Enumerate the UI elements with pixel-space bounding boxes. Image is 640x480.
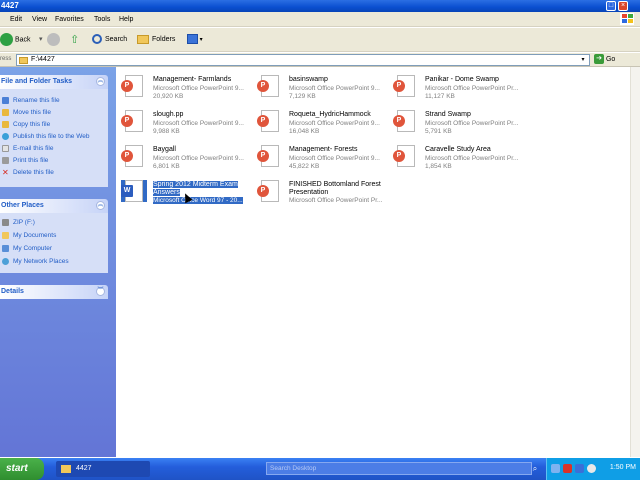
title-bar: 4427 □ ×: [0, 0, 640, 12]
email-icon: [2, 145, 9, 152]
place-my-network[interactable]: My Network Places: [2, 258, 69, 268]
rename-icon: [2, 97, 9, 104]
powerpoint-file-icon: P: [393, 110, 419, 132]
go-button[interactable]: ➔ Go: [594, 54, 615, 66]
search-icon: [92, 34, 102, 45]
address-dropdown-icon[interactable]: ▾: [578, 55, 588, 65]
task-copy[interactable]: Copy this file: [2, 121, 50, 131]
details-header[interactable]: Details ︾: [0, 285, 108, 299]
tray-display-icon[interactable]: [575, 464, 584, 473]
maximize-icon[interactable]: □: [606, 1, 616, 11]
go-arrow-icon: ➔: [594, 54, 604, 65]
file-item[interactable]: P Management- Farmlands Microsoft Office…: [117, 73, 251, 105]
up-folder-icon[interactable]: ⇧: [70, 33, 84, 47]
back-arrow-icon: [0, 33, 13, 46]
clock: 1:50 PM: [609, 464, 636, 471]
forward-arrow-icon: [47, 33, 60, 46]
task-pane: File and Folder Tasks ︽ Rename this file…: [0, 67, 116, 457]
collapse-chevron-icon[interactable]: ︽: [96, 201, 105, 210]
computer-icon: [2, 245, 9, 252]
search-button[interactable]: Search: [92, 33, 127, 47]
move-icon: [2, 109, 9, 116]
menu-favorites[interactable]: Favorites: [55, 16, 84, 23]
tray-volume-icon[interactable]: [587, 464, 596, 473]
powerpoint-file-icon: P: [393, 75, 419, 97]
task-delete[interactable]: ✕ Delete this file: [2, 169, 54, 179]
close-icon[interactable]: ×: [618, 1, 628, 11]
folder-icon: [61, 465, 71, 473]
task-rename[interactable]: Rename this file: [2, 97, 60, 107]
forward-button[interactable]: [47, 33, 62, 47]
taskbar-window-button[interactable]: 4427: [56, 461, 150, 477]
start-button[interactable]: start: [0, 458, 44, 480]
task-publish[interactable]: Publish this file to the Web: [2, 133, 89, 143]
file-item[interactable]: P Strand Swamp Microsoft Office PowerPoi…: [389, 108, 523, 140]
powerpoint-file-icon: P: [121, 145, 147, 167]
file-item[interactable]: P slough.pp Microsoft Office PowerPoint …: [117, 108, 251, 140]
file-item[interactable]: P Baygall Microsoft Office PowerPoint 9.…: [117, 143, 251, 175]
task-print[interactable]: Print this file: [2, 157, 48, 167]
file-item[interactable]: P Roqueta_HydricHammock Microsoft Office…: [253, 108, 387, 140]
word-file-icon: W: [121, 180, 147, 202]
task-move[interactable]: Move this file: [2, 109, 51, 119]
file-item[interactable]: P FINISHED Bottomland Forest Presentatio…: [253, 178, 387, 210]
window-title: 4427: [1, 1, 19, 10]
place-zip-drive[interactable]: ZIP (F:): [2, 219, 35, 229]
system-tray: 1:50 PM: [546, 458, 640, 480]
file-item[interactable]: P Panikar - Dome Swamp Microsoft Office …: [389, 73, 523, 105]
globe-icon: [2, 133, 9, 140]
toolbar: Back ▾ ⇧ Search Folders ▾: [0, 28, 640, 52]
address-label: ress: [0, 56, 12, 62]
windows-logo-icon: [620, 13, 634, 25]
views-button[interactable]: ▾: [187, 33, 207, 47]
file-item[interactable]: P basinswamp Microsoft Office PowerPoint…: [253, 73, 387, 105]
taskbar: start 4427 Search Desktop ⌕ 1:50 PM: [0, 458, 640, 480]
search-icon[interactable]: ⌕: [528, 462, 542, 475]
drive-folder-icon: [19, 57, 28, 64]
views-icon: [187, 34, 198, 45]
tray-ati-icon[interactable]: [563, 464, 572, 473]
menu-tools[interactable]: Tools: [94, 16, 110, 23]
powerpoint-file-icon: P: [393, 145, 419, 167]
delete-x-icon: ✕: [2, 168, 9, 177]
expand-chevron-icon[interactable]: ︾: [96, 287, 105, 296]
folders-button[interactable]: Folders: [137, 33, 175, 47]
tray-network-icon[interactable]: [551, 464, 560, 473]
menu-view[interactable]: View: [32, 16, 47, 23]
address-bar: ress F:\4427 ▾ ➔ Go: [0, 53, 640, 67]
powerpoint-file-icon: P: [257, 180, 283, 202]
powerpoint-file-icon: P: [257, 145, 283, 167]
menu-help[interactable]: Help: [119, 16, 133, 23]
menu-edit[interactable]: Edit: [10, 16, 22, 23]
printer-icon: [2, 157, 9, 164]
task-email[interactable]: E-mail this file: [2, 145, 53, 155]
copy-icon: [2, 121, 9, 128]
file-tasks-box: Rename this file Move this file Copy thi…: [0, 89, 108, 187]
other-places-header[interactable]: Other Places ︽: [0, 199, 108, 213]
file-item[interactable]: P Caravelle Study Area Microsoft Office …: [389, 143, 523, 175]
back-dropdown-icon[interactable]: ▾: [39, 33, 43, 47]
powerpoint-file-icon: P: [257, 110, 283, 132]
collapse-chevron-icon[interactable]: ︽: [96, 77, 105, 86]
documents-folder-icon: [2, 232, 9, 239]
file-item[interactable]: P Management- Forests Microsoft Office P…: [253, 143, 387, 175]
powerpoint-file-icon: P: [121, 110, 147, 132]
other-places-box: ZIP (F:) My Documents My Computer My Net…: [0, 213, 108, 273]
file-tasks-header[interactable]: File and Folder Tasks ︽: [0, 75, 108, 89]
menu-bar: Edit View Favorites Tools Help: [0, 12, 640, 27]
powerpoint-file-icon: P: [121, 75, 147, 97]
network-icon: [2, 258, 9, 265]
drive-icon: [2, 219, 9, 226]
powerpoint-file-icon: P: [257, 75, 283, 97]
back-button[interactable]: Back: [0, 33, 31, 47]
place-my-documents[interactable]: My Documents: [2, 232, 56, 242]
folder-icon: [137, 34, 149, 44]
address-input[interactable]: F:\4427: [16, 54, 590, 66]
place-my-computer[interactable]: My Computer: [2, 245, 52, 255]
desktop-search-input[interactable]: Search Desktop: [266, 462, 532, 475]
vertical-scrollbar[interactable]: [630, 67, 640, 457]
